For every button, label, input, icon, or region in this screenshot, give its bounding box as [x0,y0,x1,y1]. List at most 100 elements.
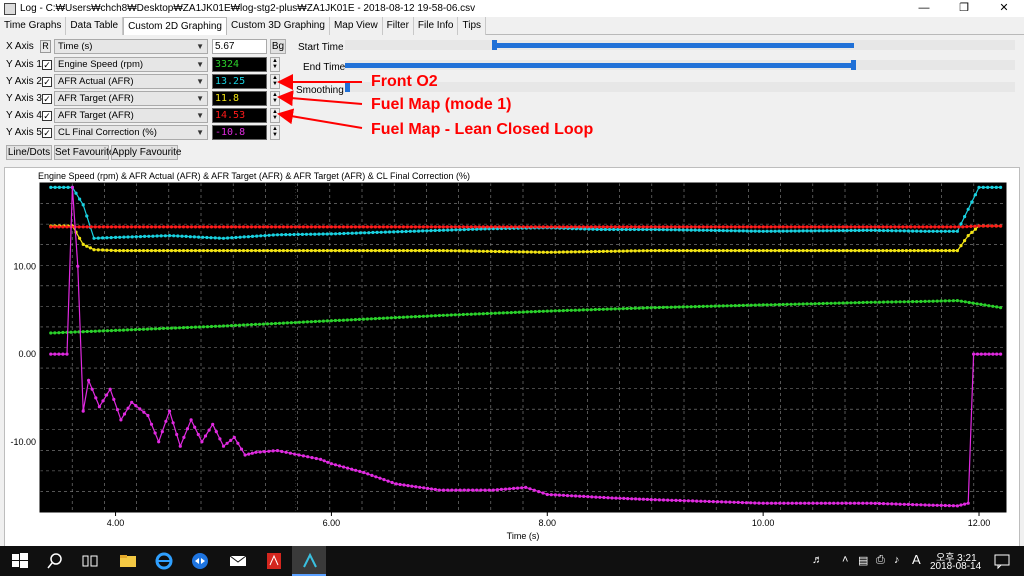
series-5-point [108,387,112,391]
log-viewer-app-icon[interactable] [300,551,320,571]
windows-start-icon[interactable] [10,551,30,571]
series-1-point [353,318,357,322]
series-1-point [253,322,258,326]
series-2-point [192,235,196,239]
series-5-point [207,428,211,432]
series-3-point [589,250,593,254]
series-2-point [280,233,284,237]
series-1-point [857,301,861,305]
series-2-point [665,228,669,232]
series-5-point [322,459,326,463]
series-1-point [733,304,737,308]
people-icon[interactable]: ♬ [812,554,823,566]
series-3-point [757,249,761,253]
series-2-point [813,229,817,233]
series-3-point [401,249,405,253]
series-5-point [214,430,218,434]
series-4-point [181,225,186,229]
teamviewer-icon[interactable] [190,551,210,571]
series-4-point [309,225,313,229]
series-5-point [598,495,602,499]
series-2-point [433,228,437,233]
notification-icon[interactable] [992,551,1012,571]
series-1-point [409,315,413,319]
series-4-point [413,225,417,229]
series-1-point [161,326,166,330]
series-3-point [293,249,297,253]
series-1-point [849,301,853,305]
series-1-point [157,327,162,331]
series-3-point [621,249,625,253]
series-1-point [337,318,341,322]
file-explorer-icon[interactable] [118,551,138,571]
printer-icon[interactable]: ⎙ [876,554,885,567]
series-2-point [673,228,677,232]
series-2-point [242,235,246,239]
series-5-point [532,488,536,492]
series-3-point [669,249,673,253]
series-2-point [138,235,143,239]
series-1-point [249,323,254,327]
series-1-point [549,309,553,313]
series-5-point [645,497,650,501]
series-3-point [877,249,881,253]
series-3-point [940,249,944,253]
series-3-point [285,249,289,253]
series-3-point [118,249,122,253]
series-1-point [781,302,785,307]
series-3-point [912,249,916,253]
series-4-point [901,225,905,229]
series-2-point [697,228,701,232]
series-5-point [90,387,94,391]
series-5-point [657,498,662,502]
chevron-up-icon[interactable]: ˄ [842,554,848,566]
series-2-point [861,228,865,232]
pdf-reader-icon[interactable] [264,551,284,571]
series-5-point [358,469,362,473]
series-4-point [341,225,345,229]
internet-explorer-icon[interactable] [154,551,174,571]
series-2-point [931,229,935,233]
series-1-point [605,307,609,311]
series-2-point [981,185,985,189]
series-3-point [673,249,677,253]
series-2-point [155,234,159,238]
series-2-point [296,232,300,236]
series-5-point [142,410,146,414]
series-2-point [873,228,877,232]
series-5-point [94,396,98,400]
series-3-point [321,249,325,253]
series-5-point [753,501,757,505]
network-icon[interactable]: ▤ [858,554,868,567]
series-5-point [203,434,208,438]
series-3-point [966,234,970,238]
series-5-point [406,484,410,488]
chart[interactable]: 4.00 6.00 8.00 10.00 12.00 10.00 0.00 -10.00 Tim… [0,0,1024,546]
ime-indicator[interactable]: A [912,552,921,567]
series-5-point [105,393,109,397]
series-2-point [970,200,974,204]
series-5-point [164,419,168,423]
clock-date[interactable]: 2018-08-14 [930,561,981,572]
volume-icon[interactable]: ♪ [894,554,900,566]
series-3-point [169,249,174,253]
series-5-point [686,499,691,503]
series-2-point [977,185,981,189]
task-view-icon[interactable] [80,551,100,571]
series-5-point [138,407,142,411]
series-2-point [955,229,960,233]
series-5-point [983,352,987,356]
series-3-point [753,249,757,253]
series-1-point [881,300,886,304]
search-icon[interactable] [45,551,65,571]
series-5-point [149,422,154,426]
x-tick-label: 4.00 [107,518,125,528]
mail-icon[interactable] [228,551,248,571]
series-5-point [319,457,323,461]
series-3-point [955,249,960,253]
series-3-point [517,250,521,254]
series-4-point [789,225,793,229]
series-2-point [62,185,66,189]
series-1-point [289,321,293,325]
series-1-point [971,301,975,305]
